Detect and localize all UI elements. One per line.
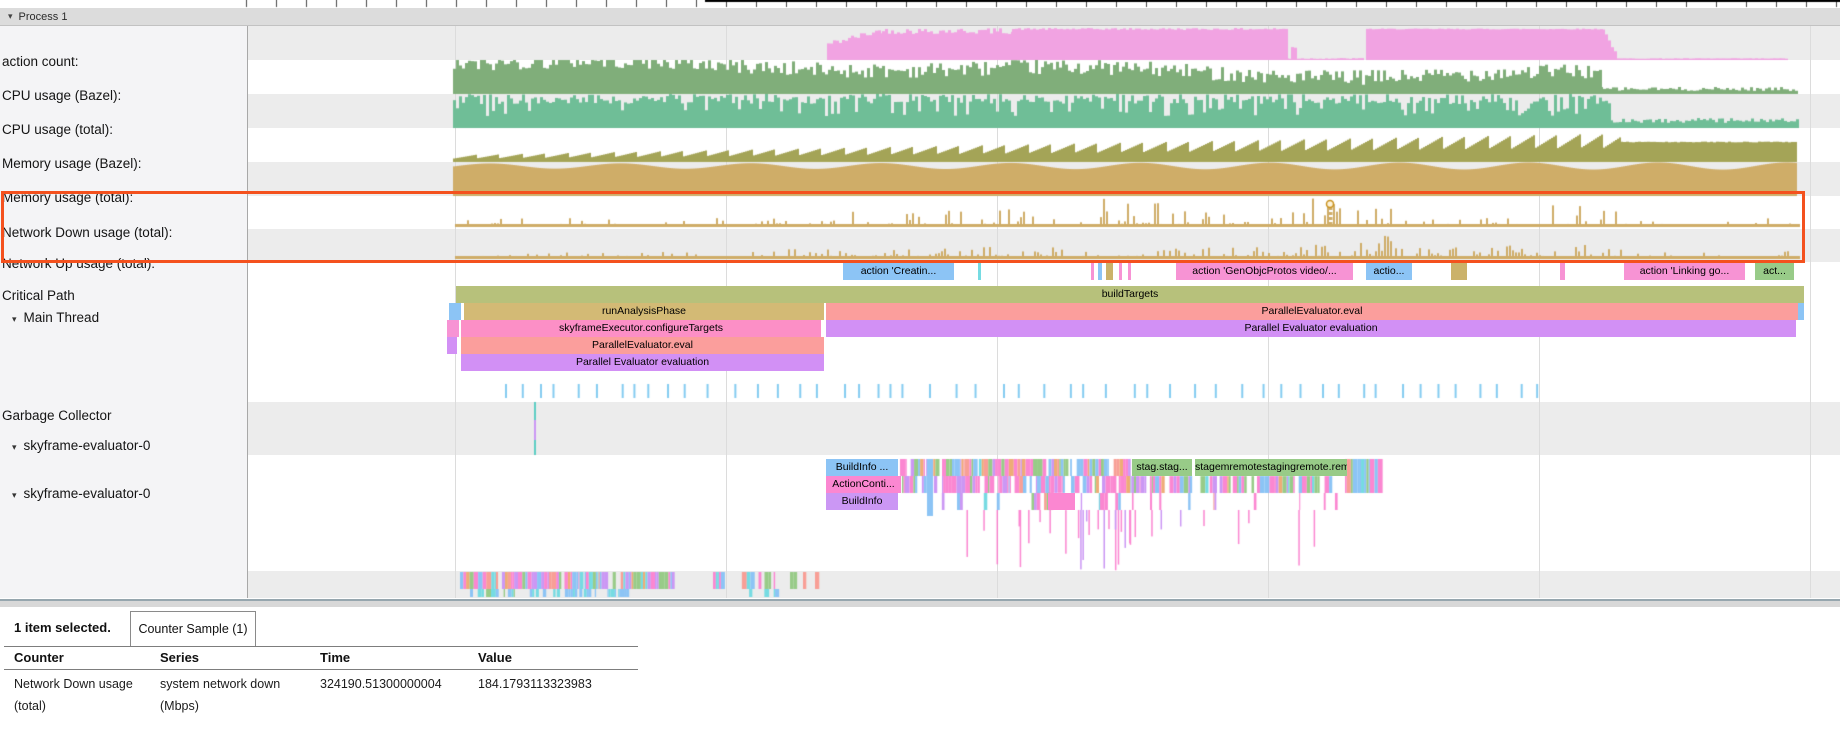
- sidebar-item-garbage-collector[interactable]: Garbage Collector: [2, 407, 112, 425]
- slice-runanalysisphase[interactable]: runAnalysisPhase: [464, 303, 824, 320]
- sidebar-item-skyframe-evaluator-0[interactable]: ▾ skyframe-evaluator-0: [12, 437, 150, 455]
- slice-sliver[interactable]: [1798, 303, 1804, 320]
- cell-counter: Network Down usage: [14, 674, 133, 694]
- col-counter: Counter: [14, 650, 64, 665]
- cell-series: (Mbps): [160, 696, 199, 716]
- track-row-background: [248, 571, 1840, 598]
- sidebar-item-cpu-usage-total[interactable]: CPU usage (total):: [2, 121, 113, 139]
- track-label: Memory usage (total):: [2, 190, 133, 205]
- slice-actionconti[interactable]: ActionConti...: [826, 476, 901, 493]
- slice-sliver[interactable]: [1048, 493, 1075, 510]
- slice-sliver[interactable]: [1119, 263, 1122, 280]
- track-label: skyframe-evaluator-0: [24, 438, 151, 453]
- sidebar-item-cpu-usage-bazel[interactable]: CPU usage (Bazel):: [2, 87, 121, 105]
- slice-parallel-evaluator-evaluation[interactable]: Parallel Evaluator evaluation: [826, 320, 1796, 337]
- track-label: Main Thread: [24, 310, 100, 325]
- track-label: skyframe-evaluator-0: [24, 486, 151, 501]
- slice-parallelevaluator-eval[interactable]: ParallelEvaluator.eval: [826, 303, 1798, 320]
- sidebar-item-memory-usage-total[interactable]: Memory usage (total):: [2, 189, 133, 207]
- slice-action-creatin[interactable]: action 'Creatin...: [843, 263, 954, 280]
- slice-sliver[interactable]: [1560, 263, 1565, 280]
- track-row-background: [248, 128, 1840, 162]
- time-gridline: [1810, 26, 1811, 598]
- slice-sliver[interactable]: [1098, 263, 1102, 280]
- details-panel: 1 item selected. Counter Sample (1) Coun…: [0, 599, 1840, 742]
- track-row-background: [248, 229, 1840, 262]
- slice-sliver[interactable]: [1128, 263, 1131, 280]
- slice-sliver[interactable]: [1091, 263, 1094, 280]
- track-label: Network Down usage (total):: [2, 225, 172, 240]
- trace-viewer: ▾ Process 1 action count: CPU usage (Baze…: [0, 0, 1840, 742]
- track-row-background: [248, 402, 1840, 455]
- track-row-background: [248, 26, 1840, 60]
- slice-action-genobjcprotos-video[interactable]: action 'GenObjcProtos video/...: [1176, 263, 1353, 280]
- sidebar-item-memory-usage-bazel[interactable]: Memory usage (Bazel):: [2, 155, 142, 173]
- slice-buildinfo[interactable]: BuildInfo: [826, 493, 898, 510]
- collapse-arrow-icon[interactable]: ▾: [12, 314, 17, 324]
- slice-stag-stag[interactable]: stag.stag...: [1132, 459, 1192, 476]
- slice-sliver[interactable]: [449, 303, 461, 320]
- slice-parallel-evaluator-evaluation[interactable]: Parallel Evaluator evaluation: [461, 354, 824, 371]
- track-row-background: [248, 162, 1840, 196]
- track-row-background: [248, 94, 1840, 128]
- sidebar-item-critical-path[interactable]: Critical Path: [2, 287, 75, 305]
- track-row-background: [248, 196, 1840, 229]
- slice-sliver[interactable]: [1451, 263, 1467, 280]
- track-label-sidebar: action count: CPU usage (Bazel): CPU usage…: [0, 26, 248, 598]
- collapse-arrow-icon[interactable]: ▾: [12, 442, 17, 452]
- sidebar-item-action-count[interactable]: action count:: [2, 53, 79, 71]
- cell-counter: (total): [14, 696, 46, 716]
- track-label: Garbage Collector: [2, 408, 112, 423]
- tab-counter-sample[interactable]: Counter Sample (1): [130, 611, 256, 646]
- track-label: action count:: [2, 54, 79, 69]
- track-label: Memory usage (Bazel):: [2, 156, 142, 171]
- track-label: Network Up usage (total):: [2, 256, 155, 271]
- sidebar-item-main-thread[interactable]: ▾ Main Thread: [12, 309, 99, 327]
- slice-skyframeexecutor-configuretargets[interactable]: skyframeExecutor.configureTargets: [461, 320, 821, 337]
- track-label: Critical Path: [2, 288, 75, 303]
- track-label: CPU usage (total):: [2, 122, 113, 137]
- col-value: Value: [478, 650, 512, 665]
- cell-series: system network down: [160, 674, 280, 694]
- process-header[interactable]: ▾ Process 1: [0, 8, 1840, 26]
- slice-act[interactable]: act...: [1755, 263, 1794, 280]
- sidebar-item-skyframe-evaluator-0[interactable]: ▾ skyframe-evaluator-0: [12, 485, 150, 503]
- panel-divider-band: [0, 601, 1840, 607]
- slice-action-linking-go[interactable]: action 'Linking go...: [1624, 263, 1745, 280]
- slice-buildinfo[interactable]: BuildInfo ...: [826, 459, 898, 476]
- track-label: CPU usage (Bazel):: [2, 88, 121, 103]
- slice-actio[interactable]: actio...: [1366, 263, 1412, 280]
- slice-sliver[interactable]: [447, 337, 457, 354]
- col-series: Series: [160, 650, 199, 665]
- slice-sliver[interactable]: [1106, 263, 1113, 280]
- track-row-background: [248, 60, 1840, 94]
- selection-status: 1 item selected.: [14, 611, 111, 645]
- sidebar-item-network-down-usage-total[interactable]: Network Down usage (total):: [2, 224, 172, 242]
- table-header: Counter Series Time Value: [4, 646, 638, 670]
- slice-buildtargets[interactable]: buildTargets: [456, 286, 1804, 303]
- sidebar-item-network-up-usage-total[interactable]: Network Up usage (total):: [2, 255, 155, 273]
- collapse-arrow-icon: ▾: [8, 11, 13, 22]
- col-time: Time: [320, 650, 350, 665]
- track-row-background: [248, 455, 1840, 571]
- slice-sliver[interactable]: [978, 263, 981, 280]
- cell-time: 324190.51300000004: [320, 674, 442, 694]
- timeline-ruler[interactable]: [0, 0, 1840, 8]
- slice-stagemremotestagingremote-remot[interactable]: stagemremotestagingremote.remot...: [1195, 459, 1347, 476]
- process-title: Process 1: [19, 11, 68, 23]
- collapse-arrow-icon[interactable]: ▾: [12, 490, 17, 500]
- cell-value: 184.1793113323983: [478, 674, 592, 694]
- slice-parallelevaluator-eval[interactable]: ParallelEvaluator.eval: [461, 337, 824, 354]
- slice-sliver[interactable]: [447, 320, 459, 337]
